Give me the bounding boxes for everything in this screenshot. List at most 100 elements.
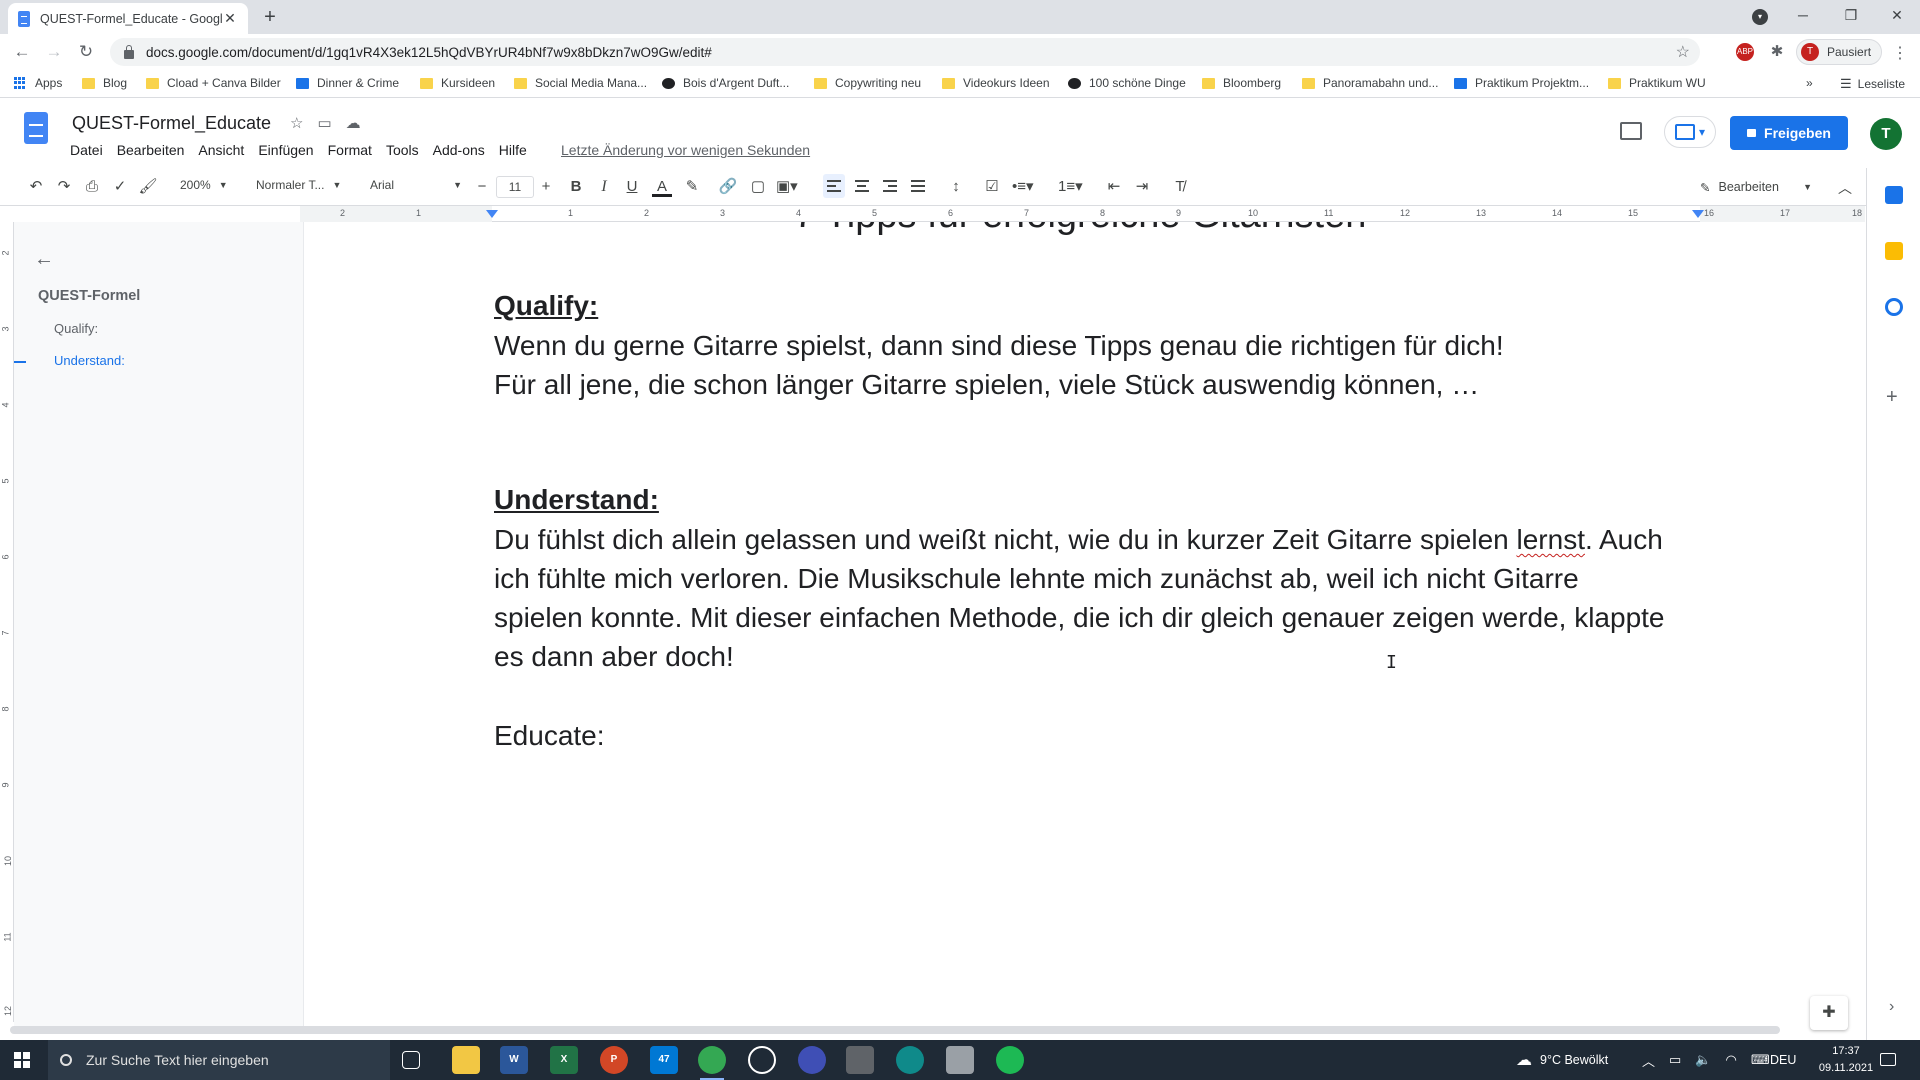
chevron-up-icon[interactable]: ︿	[1838, 178, 1852, 198]
document-heading[interactable]: 7 Tipps für erfolgreiche Gitarristen	[794, 222, 1366, 237]
wifi-icon[interactable]: ◠	[1726, 1052, 1737, 1068]
excel-icon[interactable]: X	[550, 1046, 578, 1074]
bookmark-link[interactable]: Dinner & Crime	[296, 76, 399, 90]
move-folder-icon[interactable]: ▭	[317, 114, 331, 132]
decrease-indent-icon[interactable]: ⇤	[1104, 177, 1124, 197]
docs-logo-icon[interactable]	[24, 112, 48, 144]
battery-icon[interactable]: ▭	[1669, 1052, 1681, 1068]
checklist-icon[interactable]: ☑	[982, 177, 1002, 197]
horizontal-scrollbar[interactable]	[10, 1026, 1780, 1034]
document-title[interactable]: QUEST-Formel_Educate	[72, 113, 271, 134]
profile-button[interactable]: T Pausiert	[1796, 39, 1882, 65]
mail-icon[interactable]: 47	[650, 1046, 678, 1074]
file-explorer-icon[interactable]	[452, 1046, 480, 1074]
text-color-button[interactable]: A	[652, 177, 672, 197]
increase-font-size-button[interactable]: +	[536, 177, 556, 197]
align-left-icon[interactable]	[827, 180, 841, 192]
add-addon-icon[interactable]: +	[1886, 386, 1898, 409]
bookmark-folder[interactable]: Social Media Mana...	[514, 76, 647, 90]
outline-item-qualify[interactable]: Qualify:	[54, 321, 98, 336]
spotify-icon[interactable]	[996, 1046, 1024, 1074]
bold-button[interactable]: B	[566, 177, 586, 197]
bookmark-folder[interactable]: Blog	[82, 76, 127, 90]
bookmark-folder[interactable]: Bloomberg	[1202, 76, 1281, 90]
edge-icon[interactable]	[896, 1046, 924, 1074]
present-button[interactable]: ▾	[1664, 116, 1716, 148]
keep-icon[interactable]	[1885, 242, 1903, 260]
back-arrow-icon[interactable]: ←	[34, 248, 54, 271]
comment-icon[interactable]: ▢	[748, 177, 768, 197]
forward-arrow-icon[interactable]: →	[42, 41, 66, 63]
chevron-right-icon[interactable]: ›	[1889, 998, 1894, 1016]
redo-icon[interactable]: ↷	[54, 177, 74, 197]
zoom-select[interactable]: 200% ▼	[180, 178, 228, 192]
bookmark-apps[interactable]: Apps	[14, 76, 62, 90]
understand-heading[interactable]: Understand:	[494, 484, 659, 516]
minimize-button[interactable]: ─	[1780, 0, 1826, 34]
word-icon[interactable]: W	[500, 1046, 528, 1074]
undo-icon[interactable]: ↶	[26, 177, 46, 197]
menu-ansicht[interactable]: Ansicht	[198, 142, 244, 158]
educate-heading[interactable]: Educate:	[494, 720, 605, 752]
spellcheck-icon[interactable]: ✓	[110, 177, 130, 197]
bookmark-folder[interactable]: Cload + Canva Bilder	[146, 76, 281, 90]
align-center-icon[interactable]	[855, 180, 869, 192]
restore-button[interactable]: ❐	[1828, 0, 1874, 34]
horizontal-ruler[interactable]: 2 1 1 2 3 4 5 6 7 8 9 10 11 12 13 14 15 …	[300, 206, 1865, 222]
chevron-up-icon[interactable]: ︿	[1642, 1051, 1655, 1070]
address-bar[interactable]: docs.google.com/document/d/1gq1vR4X3ek12…	[110, 38, 1700, 66]
insert-image-icon[interactable]: ▣▾	[776, 177, 798, 197]
new-tab-button[interactable]: +	[258, 6, 282, 30]
menu-bearbeiten[interactable]: Bearbeiten	[117, 142, 185, 158]
menu-datei[interactable]: Datei	[70, 142, 103, 158]
clear-formatting-icon[interactable]: T̸	[1170, 177, 1190, 197]
chrome-icon[interactable]	[698, 1046, 726, 1080]
back-arrow-icon[interactable]: ←	[10, 41, 34, 63]
language-indicator[interactable]: DEU	[1770, 1040, 1796, 1080]
line-spacing-icon[interactable]: ↕	[946, 177, 966, 197]
menu-einfuegen[interactable]: Einfügen	[258, 142, 313, 158]
app-icon[interactable]	[798, 1046, 826, 1074]
browser-menu-icon[interactable]: ⋮	[1892, 43, 1908, 63]
user-avatar[interactable]: T	[1870, 118, 1902, 150]
extensions-puzzle-icon[interactable]: ✱	[1768, 43, 1786, 61]
highlight-icon[interactable]: ✎	[682, 177, 702, 197]
share-button[interactable]: Freigeben	[1730, 116, 1848, 150]
powerpoint-icon[interactable]: P	[600, 1046, 628, 1074]
adblock-extension-icon[interactable]: ABP	[1736, 43, 1754, 61]
reload-icon[interactable]: ↻	[74, 41, 98, 63]
decrease-font-size-button[interactable]: −	[472, 177, 492, 197]
bulleted-list-icon[interactable]: •≡▾	[1012, 177, 1034, 197]
reading-list-button[interactable]: ☰ Leseliste	[1840, 76, 1905, 92]
bookmark-star-icon[interactable]: ☆	[1676, 42, 1690, 62]
outline-title[interactable]: QUEST-Formel	[38, 288, 140, 304]
print-icon[interactable]: ⎙	[82, 177, 102, 197]
qualify-paragraph[interactable]: Wenn du gerne Gitarre spielst, dann sind…	[494, 326, 1694, 404]
explore-button[interactable]: ✚	[1810, 996, 1848, 1030]
tasks-icon[interactable]	[1885, 298, 1903, 316]
browser-tab[interactable]: QUEST-Formel_Educate - Google ✕	[8, 3, 248, 34]
taskbar-search[interactable]: Zur Suche Text hier eingeben	[48, 1040, 390, 1080]
window-close-button[interactable]: ✕	[1874, 0, 1920, 34]
misspelled-word[interactable]: lernst	[1517, 524, 1585, 555]
volume-icon[interactable]: 🔈	[1695, 1052, 1711, 1068]
weather-widget[interactable]: ☁ 9°C Bewölkt	[1516, 1040, 1608, 1080]
font-size-input[interactable]: 11	[496, 176, 534, 198]
menu-tools[interactable]: Tools	[386, 142, 419, 158]
increase-indent-icon[interactable]: ⇥	[1132, 177, 1152, 197]
windows-start-icon[interactable]	[14, 1052, 30, 1068]
document-page[interactable]: 7 Tipps für erfolgreiche Gitarristen Qua…	[304, 222, 1866, 1026]
tab-search-icon[interactable]: ▾	[1752, 9, 1768, 25]
style-select[interactable]: Normaler T... ▼	[256, 178, 341, 192]
clock[interactable]: 17:37 09.11.2021	[1818, 1043, 1874, 1077]
bookmarks-overflow-button[interactable]: »	[1806, 76, 1813, 90]
bookmark-folder[interactable]: Kursideen	[420, 76, 495, 90]
justify-icon[interactable]	[911, 180, 925, 192]
menu-addons[interactable]: Add-ons	[433, 142, 485, 158]
bookmark-link[interactable]: Bois d'Argent Duft...	[662, 76, 789, 90]
cloud-status-icon[interactable]: ☁	[346, 114, 361, 132]
calendar-icon[interactable]	[1885, 186, 1903, 204]
understand-paragraph[interactable]: Du fühlst dich allein gelassen und weißt…	[494, 520, 1674, 676]
numbered-list-icon[interactable]: 1≡▾	[1058, 177, 1083, 197]
left-indent-marker[interactable]	[486, 210, 498, 218]
